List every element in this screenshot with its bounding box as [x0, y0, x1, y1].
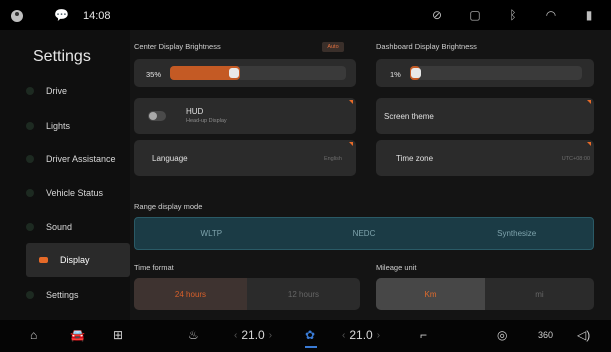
dashboard-brightness-slider[interactable] — [410, 66, 582, 80]
language-label: Language — [152, 154, 188, 163]
hud-subtitle: Head-up Display — [186, 118, 227, 124]
time-zone-card[interactable]: Time zone UTC+08:00 — [376, 140, 594, 176]
mileage-unit-label: Mileage unit — [376, 263, 417, 272]
mileage-unit-km[interactable]: Km — [376, 278, 485, 310]
screen-theme-card[interactable]: Screen theme — [376, 98, 594, 134]
sidebar-item-sound[interactable]: Sound — [26, 210, 130, 244]
volume-icon[interactable]: ◁) — [577, 328, 590, 342]
driver-assistance-icon — [26, 155, 34, 163]
center-brightness-slider[interactable] — [170, 66, 346, 80]
sidebar-item-label: Driver Assistance — [46, 154, 116, 164]
auto-climate-icon[interactable]: 360 — [538, 330, 553, 340]
chat-icon[interactable]: 💬 — [54, 8, 69, 22]
status-time: 14:08 — [83, 10, 111, 22]
screen-icon: ▢ — [469, 8, 481, 22]
sound-icon — [26, 223, 34, 231]
home-icon[interactable]: ⌂ — [30, 328, 37, 342]
user-icon[interactable] — [11, 10, 23, 22]
time-format-12h[interactable]: 12 hours — [247, 278, 360, 310]
hud-card[interactable]: HUD Head-up Display — [134, 98, 356, 134]
left-temp-value: 21.0 — [241, 328, 265, 342]
more-indicator-icon — [349, 100, 353, 104]
sidebar-item-lights[interactable]: Lights — [26, 109, 130, 143]
sidebar-item-label: Sound — [46, 222, 73, 232]
sidebar-item-driver-assistance[interactable]: Driver Assistance — [26, 142, 130, 176]
heated-steering-icon[interactable]: ♨ — [188, 328, 199, 342]
left-temp-increase-icon[interactable]: › — [269, 330, 272, 341]
time-zone-label: Time zone — [396, 154, 434, 163]
fan-icon[interactable]: ✿ — [305, 328, 315, 342]
lights-icon — [26, 122, 34, 130]
right-temp-decrease-icon[interactable]: ‹ — [342, 330, 345, 341]
center-brightness-card: 35% — [134, 59, 356, 87]
center-brightness-label: Center Display Brightness — [134, 42, 221, 51]
time-format-label: Time format — [134, 263, 174, 272]
sidebar-item-label: Vehicle Status — [46, 188, 104, 198]
range-option-synthesize[interactable]: Synthesize — [440, 218, 593, 249]
time-format-24h[interactable]: 24 hours — [134, 278, 247, 310]
center-brightness-value: 35% — [146, 70, 162, 79]
drive-mode-icon[interactable]: ◎ — [497, 328, 507, 342]
sidebar-item-display[interactable]: Display — [26, 243, 130, 277]
fan-active-indicator — [305, 346, 317, 348]
dashboard-brightness-knob[interactable] — [411, 68, 421, 78]
language-value: English — [323, 156, 342, 162]
no-signal-icon: ⊘ — [431, 8, 443, 22]
apps-icon[interactable]: ⊞ — [113, 328, 123, 342]
right-temp-increase-icon[interactable]: › — [377, 330, 380, 341]
left-temp-decrease-icon[interactable]: ‹ — [234, 330, 237, 341]
dashboard-brightness-card: 1% — [376, 59, 594, 87]
vehicle-status-icon — [26, 189, 34, 197]
sidebar-item-label: Lights — [46, 121, 71, 131]
more-indicator-icon — [349, 142, 353, 146]
settings-icon — [26, 291, 34, 299]
center-brightness-knob[interactable] — [228, 68, 239, 78]
right-temp-value: 21.0 — [349, 328, 373, 342]
seat-heat-icon[interactable]: ⌐ — [420, 328, 427, 342]
sidebar-title: Settings — [33, 48, 91, 65]
car-icon[interactable]: 🚘 — [70, 328, 85, 342]
mileage-unit-mi[interactable]: mi — [485, 278, 594, 310]
screen-theme-label: Screen theme — [384, 112, 434, 121]
sidebar-item-settings[interactable]: Settings — [26, 278, 130, 312]
sidebar-item-label: Display — [60, 255, 90, 265]
drive-icon — [26, 87, 34, 95]
display-settings-panel: Center Display Brightness Auto 35% Dashb… — [130, 30, 611, 320]
more-indicator-icon — [587, 100, 591, 104]
hud-title: HUD — [186, 107, 204, 116]
range-mode-label: Range display mode — [134, 202, 203, 211]
dashboard-brightness-value: 1% — [390, 70, 401, 79]
bluetooth-icon: ᛒ — [509, 8, 517, 22]
sidebar-item-vehicle-status[interactable]: Vehicle Status — [26, 176, 130, 210]
mileage-unit-selector: Km mi — [376, 278, 594, 310]
language-card[interactable]: Language English — [134, 140, 356, 176]
right-temp-control[interactable]: ‹ 21.0 › — [338, 328, 384, 342]
sidebar-item-label: Settings — [46, 290, 79, 300]
time-zone-value: UTC+08:00 — [561, 156, 590, 162]
range-mode-selector: WLTP NEDC Synthesize — [134, 217, 594, 250]
display-icon — [39, 257, 48, 263]
left-temp-control[interactable]: ‹ 21.0 › — [230, 328, 276, 342]
range-option-wltp[interactable]: WLTP — [135, 218, 288, 249]
range-option-nedc[interactable]: NEDC — [288, 218, 441, 249]
more-indicator-icon — [587, 142, 591, 146]
wifi-icon: ◠ — [545, 8, 557, 22]
settings-sidebar: Settings Drive Lights Driver Assistance … — [0, 30, 130, 320]
sidebar-item-drive[interactable]: Drive — [26, 74, 130, 108]
sidebar-item-label: Drive — [46, 86, 68, 96]
cell-signal-icon: ▮ — [585, 8, 593, 22]
time-format-selector: 24 hours 12 hours — [134, 278, 360, 310]
dashboard-brightness-label: Dashboard Display Brightness — [376, 42, 477, 51]
hud-toggle[interactable] — [148, 111, 166, 121]
status-icons: ⊘ ▢ ᛒ ◠ ▮ — [429, 8, 597, 22]
auto-brightness-button[interactable]: Auto — [322, 42, 344, 52]
status-bar: 💬 14:08 ⊘ ▢ ᛒ ◠ ▮ — [0, 0, 611, 30]
